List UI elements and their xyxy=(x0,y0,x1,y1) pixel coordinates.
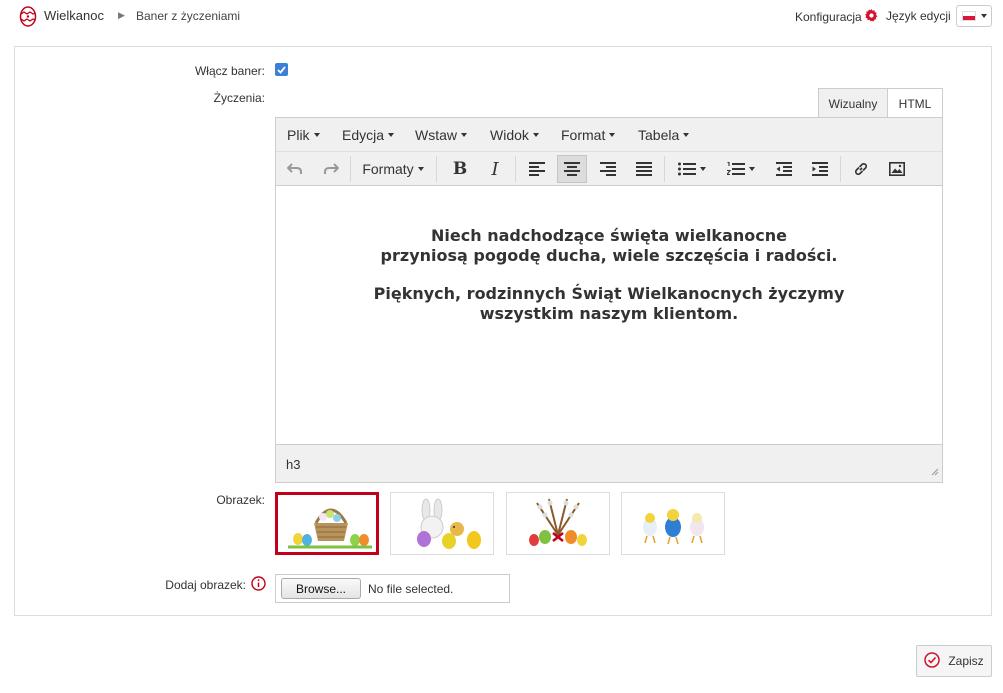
menu-view[interactable]: Widok xyxy=(490,127,539,143)
menu-file[interactable]: Plik xyxy=(287,127,320,143)
chevron-down-icon xyxy=(700,167,706,171)
breadcrumb-current: Baner z życzeniami xyxy=(136,9,241,23)
menu-format[interactable]: Format xyxy=(561,127,616,143)
editor-content[interactable]: Niech nadchodzące święta wielkanocne prz… xyxy=(276,186,942,444)
link-icon[interactable] xyxy=(846,155,876,183)
easter-egg-logo-icon xyxy=(18,5,38,27)
breadcrumb-arrow-icon: ▶ xyxy=(118,10,125,20)
chevron-down-icon xyxy=(461,133,467,137)
align-justify-icon[interactable] xyxy=(629,155,659,183)
config-label: Konfiguracja xyxy=(795,10,862,24)
undo-icon[interactable] xyxy=(280,155,310,183)
enable-banner-checkbox[interactable] xyxy=(275,63,288,76)
toolbar-separator xyxy=(664,156,665,182)
menu-label: Tabela xyxy=(638,127,680,143)
check-circle-icon xyxy=(924,651,941,671)
file-input[interactable]: Browse... No file selected. xyxy=(275,574,510,603)
flag-pl-icon xyxy=(961,11,976,21)
config-link[interactable]: Konfiguracja xyxy=(795,9,878,25)
menu-table[interactable]: Tabela xyxy=(638,127,690,143)
browse-button[interactable]: Browse... xyxy=(281,578,361,599)
add-image-label-wrap: Dodaj obrazek: xyxy=(85,576,266,594)
wish-line: Pięknych, rodzinnych Świąt Wielkanocnych… xyxy=(373,284,845,303)
chevron-down-icon xyxy=(388,133,395,137)
bunny-chick-eggs-image[interactable] xyxy=(390,492,494,555)
element-path[interactable]: h3 xyxy=(286,457,300,472)
editor-toolbar: Formaty B I xyxy=(276,152,942,186)
bold-icon[interactable]: B xyxy=(445,155,475,183)
menu-label: Widok xyxy=(490,127,529,143)
tab-html[interactable]: HTML xyxy=(887,88,943,118)
align-center-icon[interactable] xyxy=(557,155,587,183)
menu-label: Edycja xyxy=(342,127,385,143)
numbered-list-icon[interactable] xyxy=(720,155,762,183)
menu-insert[interactable]: Wstaw xyxy=(415,127,467,143)
easter-basket-image[interactable] xyxy=(275,492,379,555)
wish-line: wszystkim naszym klientom. xyxy=(479,304,739,323)
add-image-label: Dodaj obrazek: xyxy=(165,578,246,592)
resize-handle-icon[interactable] xyxy=(931,465,939,479)
info-icon[interactable] xyxy=(251,576,266,594)
menu-edit[interactable]: Edycja xyxy=(342,127,395,143)
app-title[interactable]: Wielkanoc xyxy=(44,8,104,23)
outdent-icon[interactable] xyxy=(769,155,799,183)
chevron-down-icon xyxy=(417,167,424,171)
image-label: Obrazek: xyxy=(216,493,265,507)
chevron-down-icon xyxy=(313,133,320,137)
wish-line: Niech nadchodzące święta wielkanocne xyxy=(431,226,787,245)
formats-label: Formaty xyxy=(362,161,414,177)
menu-label: Plik xyxy=(287,127,310,143)
editor-statusbar: h3 xyxy=(276,444,942,482)
menu-label: Format xyxy=(561,127,606,143)
wish-line: przyniosą pogodę ducha, wiele szczęścia … xyxy=(380,246,838,265)
redo-icon[interactable] xyxy=(316,155,346,183)
rich-text-editor: Plik Edycja Wstaw Widok Format Tabela Fo… xyxy=(275,117,943,483)
chevron-down-icon xyxy=(683,133,690,137)
align-left-icon[interactable] xyxy=(522,155,552,183)
save-button[interactable]: Zapisz xyxy=(916,645,992,677)
chevron-down-icon xyxy=(532,133,539,137)
tab-visual[interactable]: Wizualny xyxy=(818,88,888,118)
formats-dropdown[interactable]: Formaty xyxy=(356,155,430,183)
menu-label: Wstaw xyxy=(415,127,457,143)
editor-menubar: Plik Edycja Wstaw Widok Format Tabela xyxy=(276,118,942,152)
chevron-down-icon xyxy=(749,167,755,171)
wishes-label: Życzenia: xyxy=(213,91,265,105)
chevron-down-icon xyxy=(980,14,987,18)
toolbar-separator xyxy=(840,156,841,182)
italic-icon[interactable]: I xyxy=(480,155,510,183)
toolbar-separator xyxy=(515,156,516,182)
image-icon[interactable] xyxy=(882,155,912,183)
gear-icon xyxy=(864,9,878,25)
language-select[interactable] xyxy=(956,5,992,27)
align-right-icon[interactable] xyxy=(593,155,623,183)
chicks-eggs-image[interactable] xyxy=(621,492,725,555)
indent-icon[interactable] xyxy=(805,155,835,183)
toolbar-separator xyxy=(350,156,351,182)
chevron-down-icon xyxy=(609,133,616,137)
pussy-willow-eggs-image[interactable] xyxy=(506,492,610,555)
enable-banner-label: Włącz baner: xyxy=(194,64,265,78)
save-label: Zapisz xyxy=(948,654,984,668)
file-status: No file selected. xyxy=(368,582,454,596)
toolbar-separator xyxy=(436,156,437,182)
bullet-list-icon[interactable] xyxy=(671,155,713,183)
edit-language-label: Język edycji xyxy=(886,9,951,23)
